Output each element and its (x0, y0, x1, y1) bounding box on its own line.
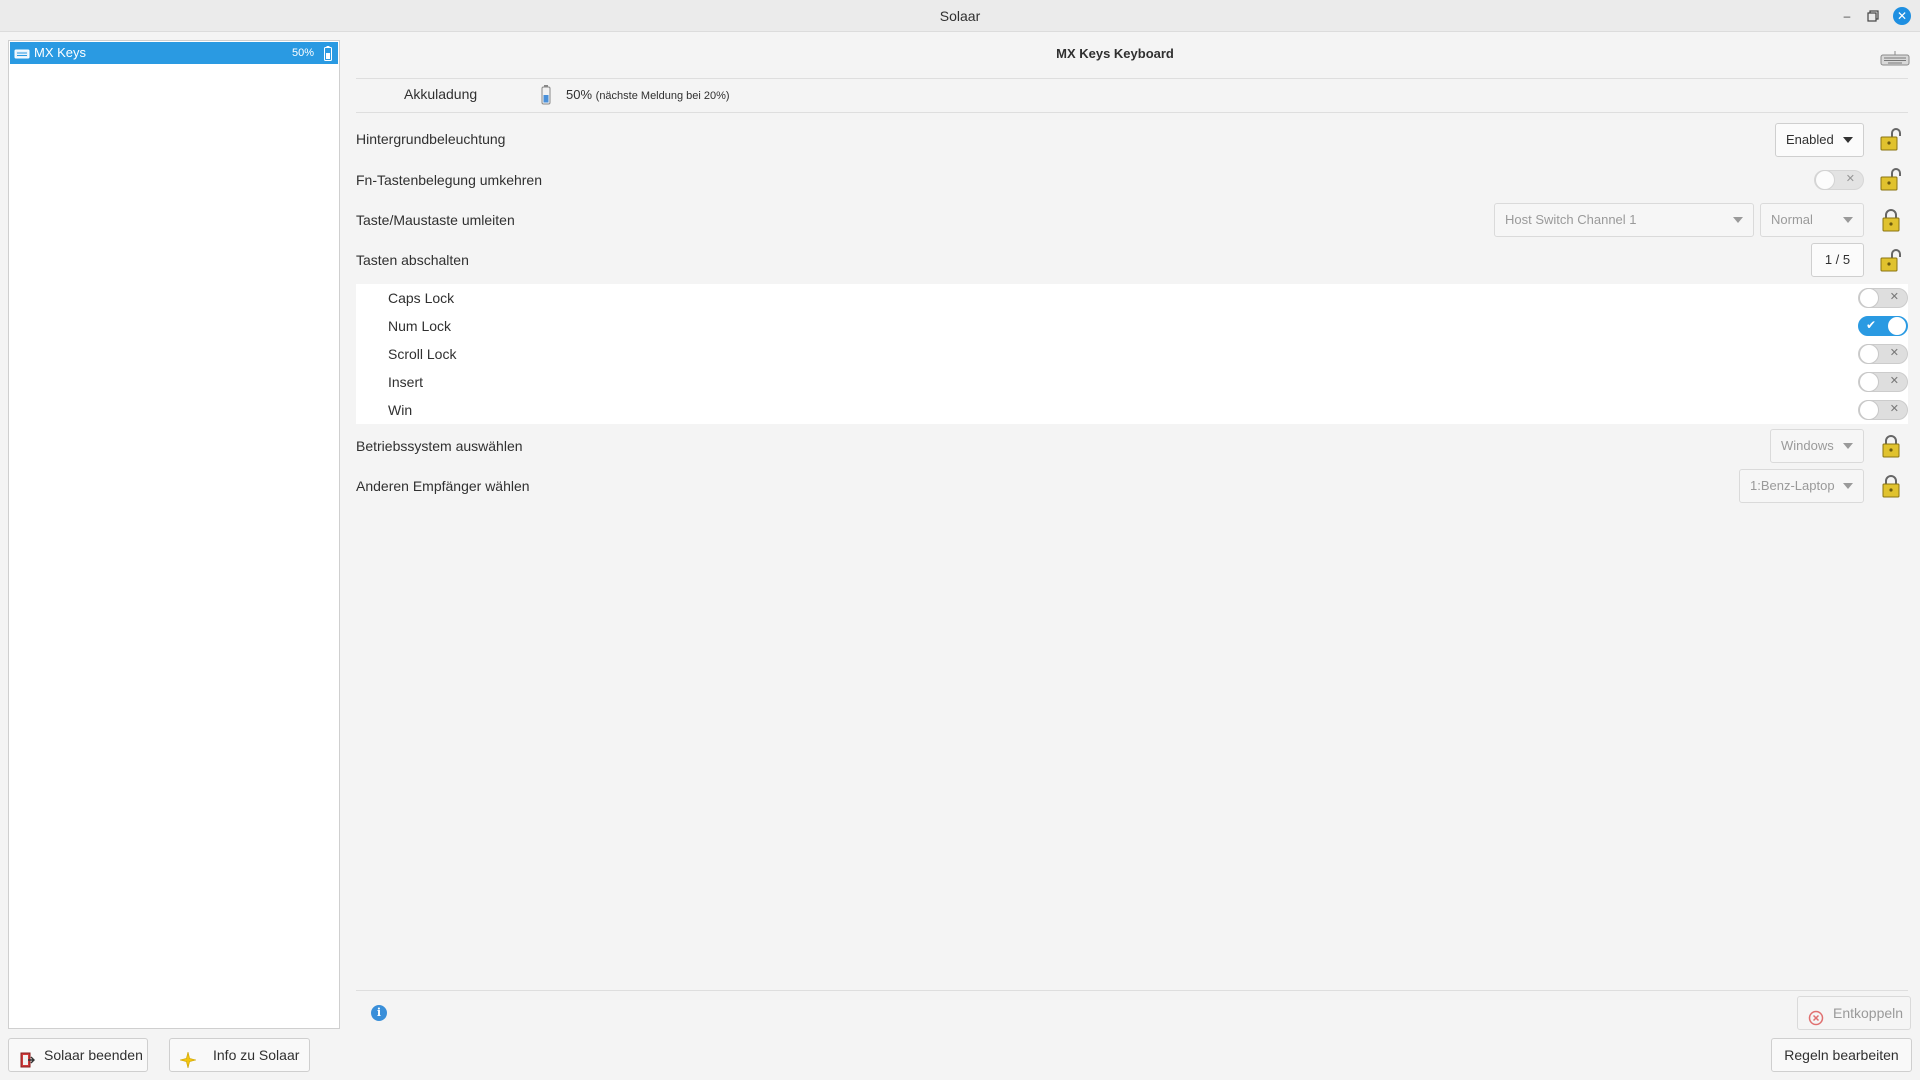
num-lock-toggle[interactable]: ✔ (1858, 316, 1908, 336)
device-list: MX Keys 50% (8, 40, 340, 1029)
quit-button[interactable]: Solaar beenden (8, 1038, 148, 1072)
lock-open-icon[interactable] (1880, 127, 1902, 151)
close-icon: ✕ (1889, 403, 1899, 415)
list-item-label: Insert (388, 374, 424, 390)
lock-open-icon[interactable] (1880, 167, 1902, 191)
close-icon: ✕ (1845, 173, 1855, 185)
lock-closed-icon[interactable] (1880, 208, 1902, 232)
receiver-select[interactable]: 1:Benz-Laptop (1739, 469, 1864, 503)
maximize-icon[interactable] (1864, 7, 1882, 25)
unpair-label: Entkoppeln (1833, 1005, 1904, 1021)
os-select[interactable]: Windows (1770, 429, 1864, 463)
fn-swap-label: Fn-Tastenbelegung umkehren (356, 172, 543, 188)
info-icon[interactable]: i (371, 1005, 387, 1021)
lock-closed-icon[interactable] (1880, 474, 1902, 498)
edit-rules-label: Regeln bearbeiten (1784, 1047, 1899, 1063)
keyboard-icon (1880, 50, 1910, 69)
check-icon: ✔ (1866, 318, 1877, 332)
chevron-down-icon (1843, 483, 1853, 489)
fn-swap-toggle[interactable]: ✕ (1814, 170, 1864, 190)
about-label: Info zu Solaar (213, 1047, 300, 1063)
receiver-label: Anderen Empfänger wählen (356, 478, 530, 494)
sparkle-icon (179, 1047, 197, 1079)
toggle-knob (1815, 170, 1835, 190)
disable-keys-label: Tasten abschalten (356, 252, 469, 268)
divert-label: Taste/Maustaste umleiten (356, 212, 515, 228)
backlight-label: Hintergrundbeleuchtung (356, 131, 506, 147)
device-battery-percent: 50% (291, 47, 314, 59)
list-item-label: Num Lock (388, 318, 452, 334)
battery-label: Akkuladung (404, 86, 478, 102)
close-icon: ✕ (1889, 347, 1899, 359)
window-title: Solaar (939, 8, 981, 24)
toggle-knob (1859, 344, 1879, 364)
os-label: Betriebssystem auswählen (356, 438, 523, 454)
toggle-knob (1859, 372, 1879, 392)
battery-value: 50% (nächste Meldung bei 20%) (566, 87, 730, 102)
lock-closed-icon[interactable] (1880, 434, 1902, 458)
device-list-item-mx-keys[interactable]: MX Keys 50% (10, 42, 338, 64)
separator (356, 78, 1908, 79)
title-bar: Solaar – ✕ (0, 0, 1920, 32)
separator (356, 112, 1908, 113)
close-icon[interactable]: ✕ (1893, 7, 1911, 25)
keyboard-icon (14, 47, 30, 62)
list-item-label: Scroll Lock (388, 346, 457, 362)
battery-icon (324, 46, 332, 64)
close-icon: ✕ (1889, 291, 1899, 303)
edit-rules-button[interactable]: Regeln bearbeiten (1771, 1038, 1912, 1072)
separator (356, 990, 1908, 991)
minimize-icon[interactable]: – (1838, 7, 1856, 25)
chevron-down-icon (1733, 217, 1743, 223)
divert-mode-select[interactable]: Normal (1760, 203, 1864, 237)
insert-toggle[interactable]: ✕ (1858, 372, 1908, 392)
toggle-knob (1859, 288, 1879, 308)
disable-keys-counter[interactable]: 1 / 5 (1811, 243, 1864, 277)
cancel-icon (1808, 1005, 1824, 1037)
lock-open-icon[interactable] (1880, 248, 1902, 272)
device-title: MX Keys Keyboard (1056, 46, 1174, 61)
caps-lock-toggle[interactable]: ✕ (1858, 288, 1908, 308)
battery-icon (541, 85, 551, 108)
about-button[interactable]: Info zu Solaar (169, 1038, 310, 1072)
list-item-label: Caps Lock (388, 290, 455, 306)
list-item-label: Win (388, 402, 413, 418)
chevron-down-icon (1843, 443, 1853, 449)
chevron-down-icon (1843, 137, 1853, 143)
quit-label: Solaar beenden (44, 1047, 143, 1063)
toggle-knob (1859, 400, 1879, 420)
win-toggle[interactable]: ✕ (1858, 400, 1908, 420)
disable-keys-list (356, 284, 1908, 424)
exit-icon (19, 1047, 35, 1079)
device-name: MX Keys (34, 45, 87, 60)
close-icon: ✕ (1889, 375, 1899, 387)
backlight-select[interactable]: Enabled (1775, 123, 1864, 157)
toggle-knob (1887, 316, 1907, 336)
unpair-button[interactable]: Entkoppeln (1797, 996, 1911, 1030)
chevron-down-icon (1843, 217, 1853, 223)
divert-key-select[interactable]: Host Switch Channel 1 (1494, 203, 1754, 237)
scroll-lock-toggle[interactable]: ✕ (1858, 344, 1908, 364)
